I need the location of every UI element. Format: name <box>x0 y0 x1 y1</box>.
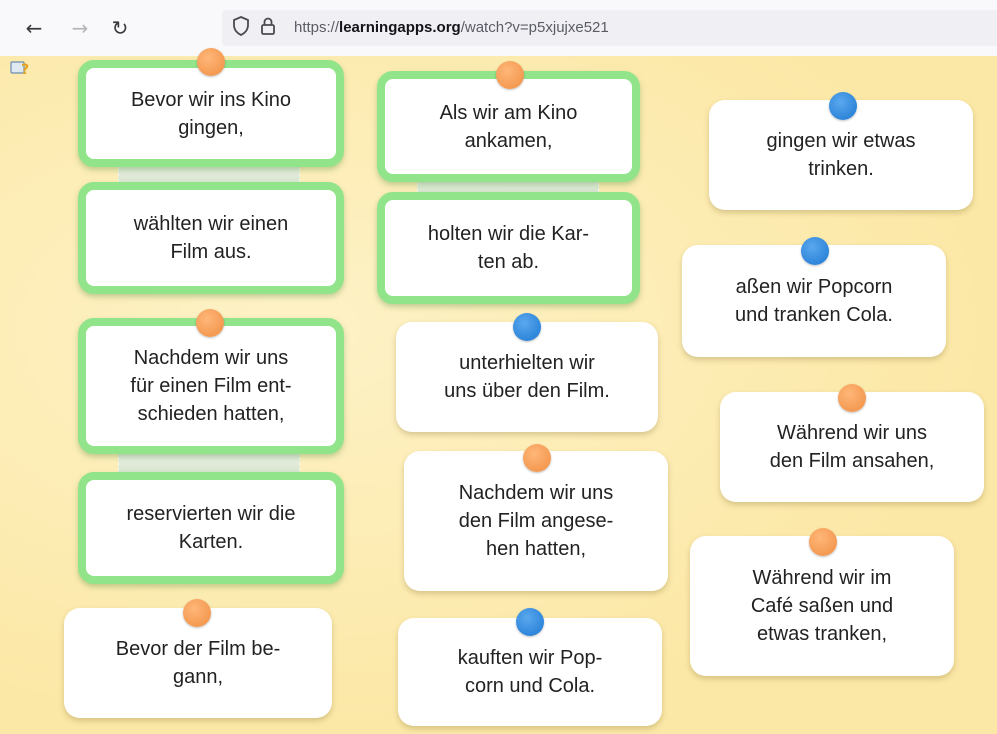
drag-handle-orange[interactable] <box>197 48 225 76</box>
arrow-right-icon: → <box>71 16 89 40</box>
url-path: /watch?v=p5xjujxe521 <box>460 19 609 36</box>
sentence-card[interactable]: Bevor wir ins Kino gingen, <box>78 60 344 167</box>
sentence-card[interactable]: Während wir im Café saßen und etwas tran… <box>690 536 954 676</box>
sentence-card[interactable]: reservierten wir die Karten. <box>78 472 344 584</box>
help-icon[interactable]: ? <box>10 59 32 78</box>
url-prefix: https:// <box>294 19 340 36</box>
card-text: reservierten wir die Karten. <box>126 503 296 553</box>
card-text: Während wir im Café saßen und etwas tran… <box>750 567 894 645</box>
sentence-card[interactable]: Nachdem wir uns für einen Film ent- schi… <box>78 318 344 454</box>
drag-handle-blue[interactable] <box>829 92 857 120</box>
browser-toolbar: ← → ↻ https://learningapps.org/watch?v=p… <box>0 0 997 56</box>
card-text: wählten wir einen Film aus. <box>133 213 289 263</box>
card-text: unterhielten wir uns über den Film. <box>444 352 610 402</box>
card-text: aßen wir Popcorn und tranken Cola. <box>735 276 893 326</box>
lock-icon[interactable] <box>260 16 276 41</box>
card-text: holten wir die Kar- ten ab. <box>427 223 590 273</box>
card-text: gingen wir etwas trinken. <box>766 130 916 180</box>
card-text: Bevor wir ins Kino gingen, <box>130 88 292 139</box>
reload-button[interactable]: ↻ <box>106 14 134 42</box>
drag-handle-orange[interactable] <box>496 61 524 89</box>
sentence-card[interactable]: wählten wir einen Film aus. <box>78 182 344 294</box>
card-text: Während wir uns den Film ansahen, <box>769 422 935 472</box>
card-text: Nachdem wir uns für einen Film ent- schi… <box>130 347 292 425</box>
drag-handle-blue[interactable] <box>516 608 544 636</box>
drag-handle-blue[interactable] <box>801 237 829 265</box>
app-board: ? Bevor wir ins Kino gingen, wählten wir… <box>0 48 997 734</box>
drag-handle-orange[interactable] <box>809 528 837 556</box>
drag-handle-orange[interactable] <box>183 599 211 627</box>
url-text[interactable]: https://learningapps.org/watch?v=p5xjujx… <box>294 19 609 36</box>
drag-handle-orange[interactable] <box>523 444 551 472</box>
drag-handle-orange[interactable] <box>196 309 224 337</box>
card-text: Bevor der Film be- gann, <box>115 638 281 688</box>
drag-handle-orange[interactable] <box>838 384 866 412</box>
sentence-card[interactable]: Nachdem wir uns den Film angese- hen hat… <box>404 451 668 591</box>
card-text: Nachdem wir uns den Film angese- hen hat… <box>458 482 614 560</box>
sentence-card[interactable]: holten wir die Kar- ten ab. <box>377 192 640 304</box>
forward-button[interactable]: → <box>66 14 94 42</box>
reload-icon: ↻ <box>111 16 129 40</box>
url-domain: learningapps.org <box>339 19 461 36</box>
svg-text:?: ? <box>21 62 29 77</box>
shield-icon[interactable] <box>232 16 250 41</box>
drag-handle-blue[interactable] <box>513 313 541 341</box>
card-text: kauften wir Pop- corn und Cola. <box>457 647 603 697</box>
card-text: Als wir am Kino ankamen, <box>439 101 578 152</box>
back-button[interactable]: ← <box>20 14 48 42</box>
arrow-left-icon: ← <box>25 16 43 40</box>
url-bar[interactable]: https://learningapps.org/watch?v=p5xjujx… <box>222 10 997 46</box>
